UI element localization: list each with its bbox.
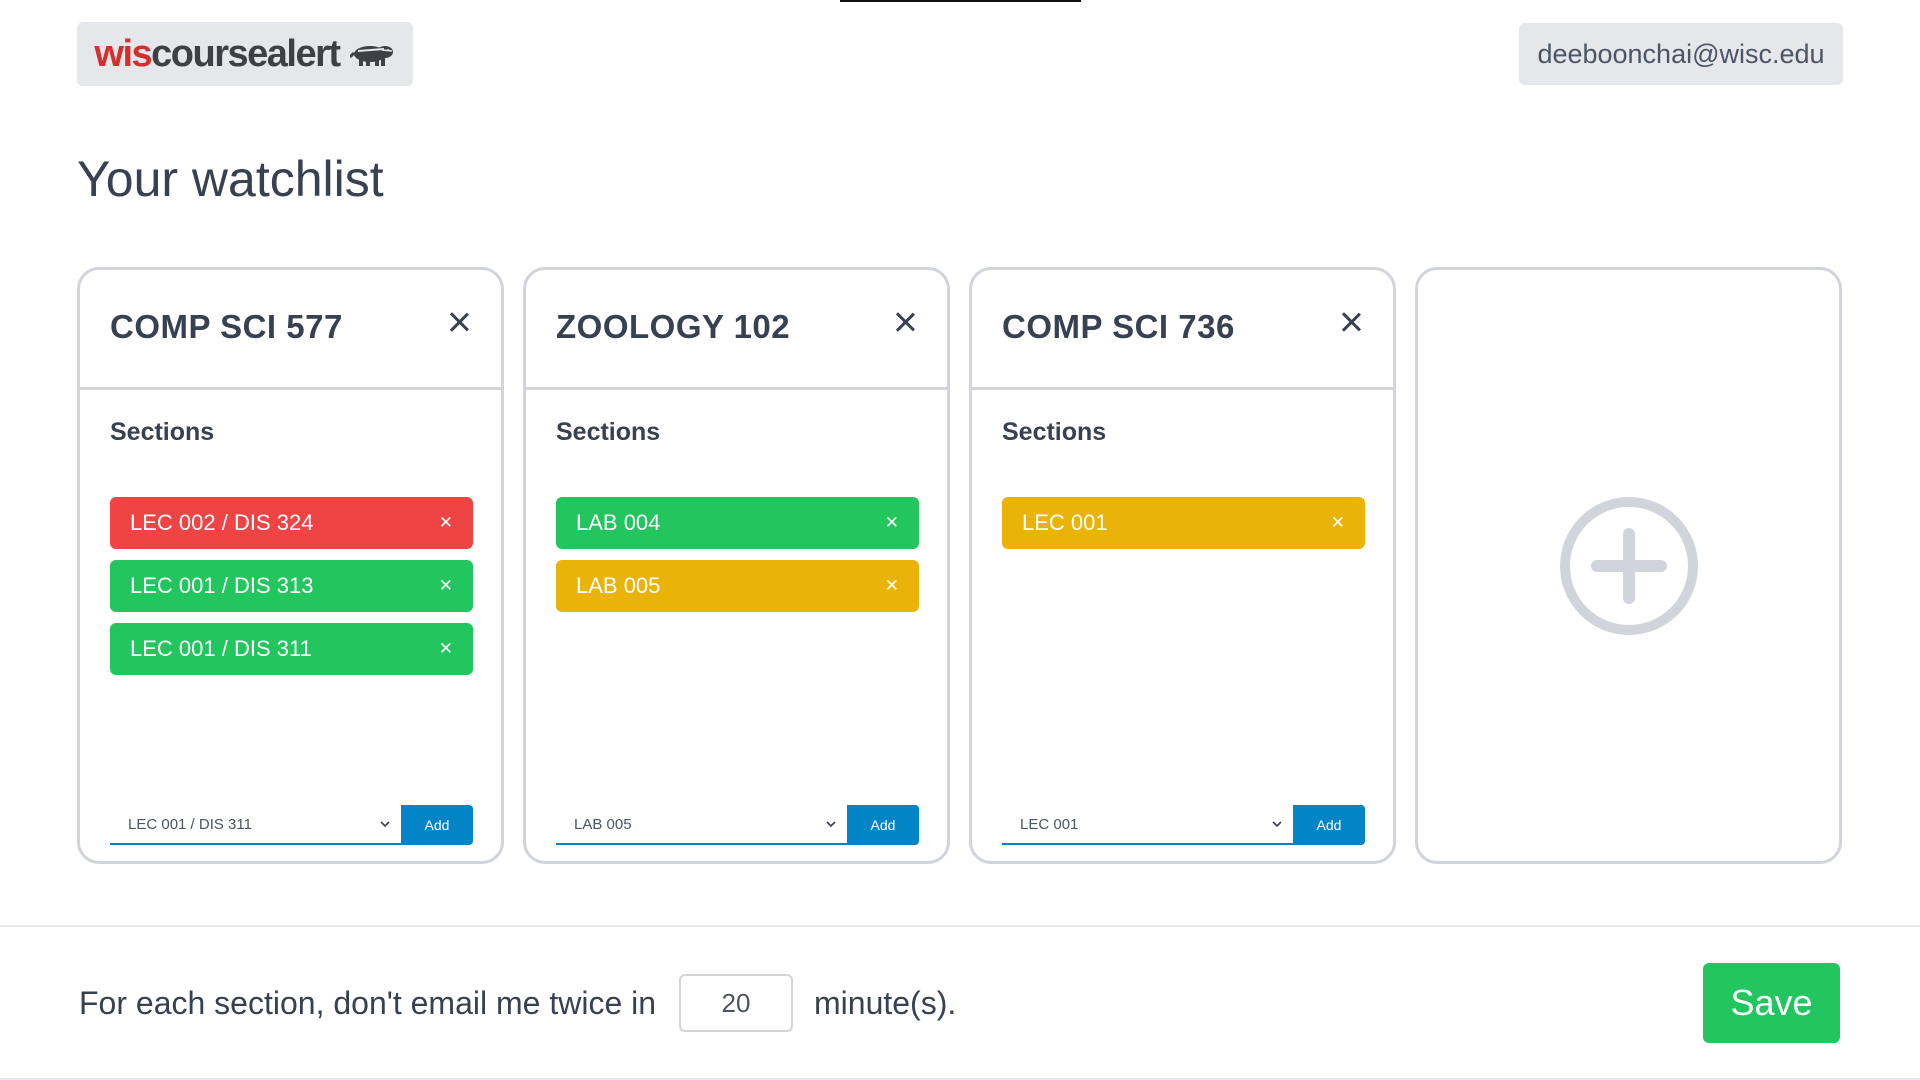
sections-label: Sections: [1002, 418, 1107, 446]
footer-bar: For each section, don't email me twice i…: [0, 925, 1920, 1080]
minutes-unit-label: minute(s).: [814, 985, 957, 1021]
add-section-button[interactable]: Add: [401, 805, 473, 845]
logo-text: wiscoursealert: [94, 32, 341, 76]
add-section-row: LEC 001 / DIS 311 Add: [110, 805, 473, 845]
section-chip-label: LEC 002 / DIS 324: [130, 510, 314, 535]
remove-course-close-icon[interactable]: [447, 310, 471, 334]
chevron-down-icon: [1272, 821, 1282, 828]
section-list: LEC 002 / DIS 324 ✕ LEC 001 / DIS 313 ✕ …: [110, 497, 473, 675]
remove-section-close-icon[interactable]: ✕: [439, 639, 453, 659]
section-select[interactable]: LEC 001 / DIS 311: [110, 805, 401, 845]
add-section-row: LEC 001 Add: [1002, 805, 1365, 845]
top-divider: [840, 0, 1081, 2]
watchlist-cards: COMP SCI 577 Sections LEC 002 / DIS 324 …: [77, 267, 1842, 864]
section-select-value: LEC 001: [1020, 815, 1079, 833]
course-title: ZOOLOGY 102: [556, 308, 791, 345]
chevron-down-icon: [380, 821, 390, 828]
section-chip: LEC 001 / DIS 313 ✕: [110, 560, 473, 612]
course-title: COMP SCI 736: [1002, 308, 1235, 345]
section-select-value: LAB 005: [574, 815, 632, 833]
section-chip: LAB 004 ✕: [556, 497, 919, 549]
logo-text-rest: coursealert: [151, 32, 341, 75]
section-list: LEC 001 ✕: [1002, 497, 1365, 549]
section-chip-label: LAB 005: [576, 573, 661, 598]
badger-icon: [349, 46, 393, 66]
logo[interactable]: wiscoursealert: [77, 22, 413, 86]
add-section-button[interactable]: Add: [847, 805, 919, 845]
email-interval-label: For each section, don't email me twice i…: [79, 985, 657, 1021]
course-card: ZOOLOGY 102 Sections LAB 004 ✕ LAB 005 ✕…: [523, 267, 950, 864]
section-chip: LEC 001 / DIS 311 ✕: [110, 623, 473, 675]
add-course-card[interactable]: [1415, 267, 1842, 864]
minutes-input[interactable]: [679, 974, 793, 1032]
course-card: COMP SCI 736 Sections LEC 001 ✕ LEC 001 …: [969, 267, 1396, 864]
section-chip-label: LEC 001: [1022, 510, 1108, 535]
add-section-row: LAB 005 Add: [556, 805, 919, 845]
section-chip: LAB 005 ✕: [556, 560, 919, 612]
section-chip-label: LEC 001 / DIS 313: [130, 573, 314, 598]
course-title: COMP SCI 577: [110, 308, 343, 345]
section-chip: LEC 001 ✕: [1002, 497, 1365, 549]
course-card-header: COMP SCI 577: [80, 270, 501, 390]
plus-circle-icon: [1559, 496, 1698, 635]
remove-section-close-icon[interactable]: ✕: [439, 513, 453, 533]
page-title: Your watchlist: [77, 151, 384, 207]
course-card-header: ZOOLOGY 102: [526, 270, 947, 390]
course-card: COMP SCI 577 Sections LEC 002 / DIS 324 …: [77, 267, 504, 864]
section-chip-label: LEC 001 / DIS 311: [130, 636, 312, 661]
course-card-header: COMP SCI 736: [972, 270, 1393, 390]
section-list: LAB 004 ✕ LAB 005 ✕: [556, 497, 919, 612]
remove-course-close-icon[interactable]: [1339, 310, 1363, 334]
section-chip-label: LAB 004: [576, 510, 661, 535]
remove-section-close-icon[interactable]: ✕: [885, 513, 899, 533]
remove-section-close-icon[interactable]: ✕: [1331, 513, 1345, 533]
logo-text-wis: wis: [94, 32, 152, 75]
sections-label: Sections: [110, 418, 215, 446]
section-select-value: LEC 001 / DIS 311: [128, 815, 252, 833]
add-section-button[interactable]: Add: [1293, 805, 1365, 845]
remove-section-close-icon[interactable]: ✕: [439, 576, 453, 596]
section-select[interactable]: LAB 005: [556, 805, 847, 845]
remove-course-close-icon[interactable]: [893, 310, 917, 334]
save-button[interactable]: Save: [1703, 963, 1840, 1043]
user-email-button[interactable]: deeboonchai@wisc.edu: [1519, 23, 1843, 85]
section-select[interactable]: LEC 001: [1002, 805, 1293, 845]
remove-section-close-icon[interactable]: ✕: [885, 576, 899, 596]
chevron-down-icon: [826, 821, 836, 828]
sections-label: Sections: [556, 418, 661, 446]
section-chip: LEC 002 / DIS 324 ✕: [110, 497, 473, 549]
